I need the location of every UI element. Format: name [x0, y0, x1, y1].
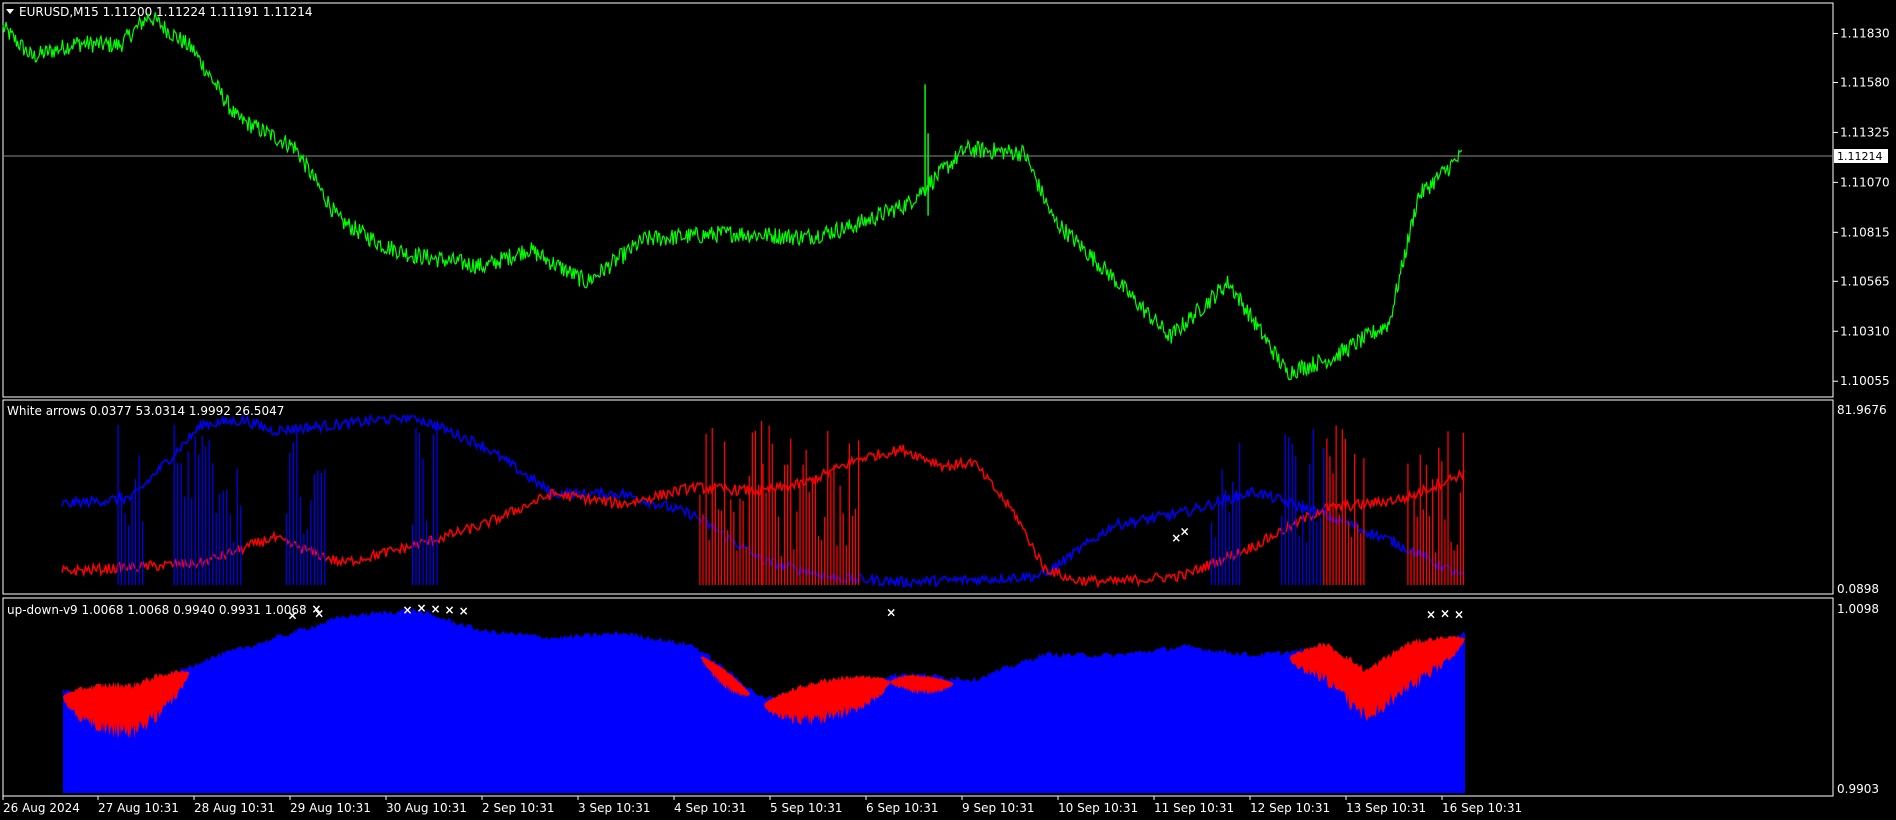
up-down-title: up-down-v9 1.0068 1.0068 0.9940 0.9931 1… [7, 603, 307, 617]
time-tick-label: 29 Aug 10:31 [290, 801, 371, 815]
white-arrows-ymax: 81.9676 [1837, 403, 1887, 417]
price-tick-label: 1.10310 [1840, 324, 1890, 338]
white-arrow-marker: × [314, 607, 324, 621]
price-tick-label: 1.10815 [1840, 225, 1890, 239]
price-panel-title: EURUSD,M15 1.11200 1.11224 1.11191 1.112… [19, 5, 313, 19]
price-tick-label: 1.11325 [1840, 125, 1890, 139]
time-tick-label: 11 Sep 10:31 [1154, 801, 1234, 815]
time-tick-label: 4 Sep 10:31 [674, 801, 746, 815]
price-tick-label: 1.11580 [1840, 75, 1890, 89]
time-tick-label: 16 Sep 10:31 [1442, 801, 1522, 815]
time-tick-label: 12 Sep 10:31 [1250, 801, 1330, 815]
up-down-ymin: 0.9903 [1837, 782, 1879, 796]
white-arrow-marker: × [886, 606, 896, 620]
white-arrow-marker: × [1426, 608, 1436, 622]
white-arrow-marker: × [459, 604, 469, 618]
white-arrow-marker: × [1454, 608, 1464, 622]
white-arrows-ymin: 0.0898 [1837, 582, 1879, 596]
time-tick-label: 26 Aug 2024 [3, 801, 80, 815]
time-tick-label: 27 Aug 10:31 [98, 801, 179, 815]
time-tick-label: 13 Sep 10:31 [1346, 801, 1426, 815]
white-arrow-marker: × [1440, 607, 1450, 621]
white-arrow-marker: × [402, 603, 412, 617]
time-tick-label: 9 Sep 10:31 [962, 801, 1034, 815]
price-tick-label: 1.10055 [1840, 374, 1890, 388]
time-tick-label: 10 Sep 10:31 [1058, 801, 1138, 815]
time-tick-label: 6 Sep 10:31 [866, 801, 938, 815]
white-arrow-marker: × [445, 603, 455, 617]
price-tick-label: 1.11830 [1840, 26, 1890, 40]
price-tick-label: 1.10565 [1840, 274, 1890, 288]
up-down-ymax: 1.0098 [1837, 602, 1879, 616]
time-tick-label: 28 Aug 10:31 [194, 801, 275, 815]
time-tick-label: 3 Sep 10:31 [578, 801, 650, 815]
current-price-value: 1.11214 [1837, 150, 1883, 163]
white-arrow-marker: × [288, 609, 298, 623]
time-tick-label: 5 Sep 10:31 [770, 801, 842, 815]
trading-chart[interactable]: EURUSD,M15 1.11200 1.11224 1.11191 1.112… [0, 0, 1896, 820]
white-arrow-marker: × [1180, 524, 1190, 538]
time-tick-label: 2 Sep 10:31 [482, 801, 554, 815]
current-price-tag: 1.11214 [1834, 149, 1888, 163]
time-tick-label: 30 Aug 10:31 [386, 801, 467, 815]
white-arrow-marker: × [417, 601, 427, 615]
price-tick-label: 1.11070 [1840, 175, 1890, 189]
white-arrow-marker: × [431, 602, 441, 616]
